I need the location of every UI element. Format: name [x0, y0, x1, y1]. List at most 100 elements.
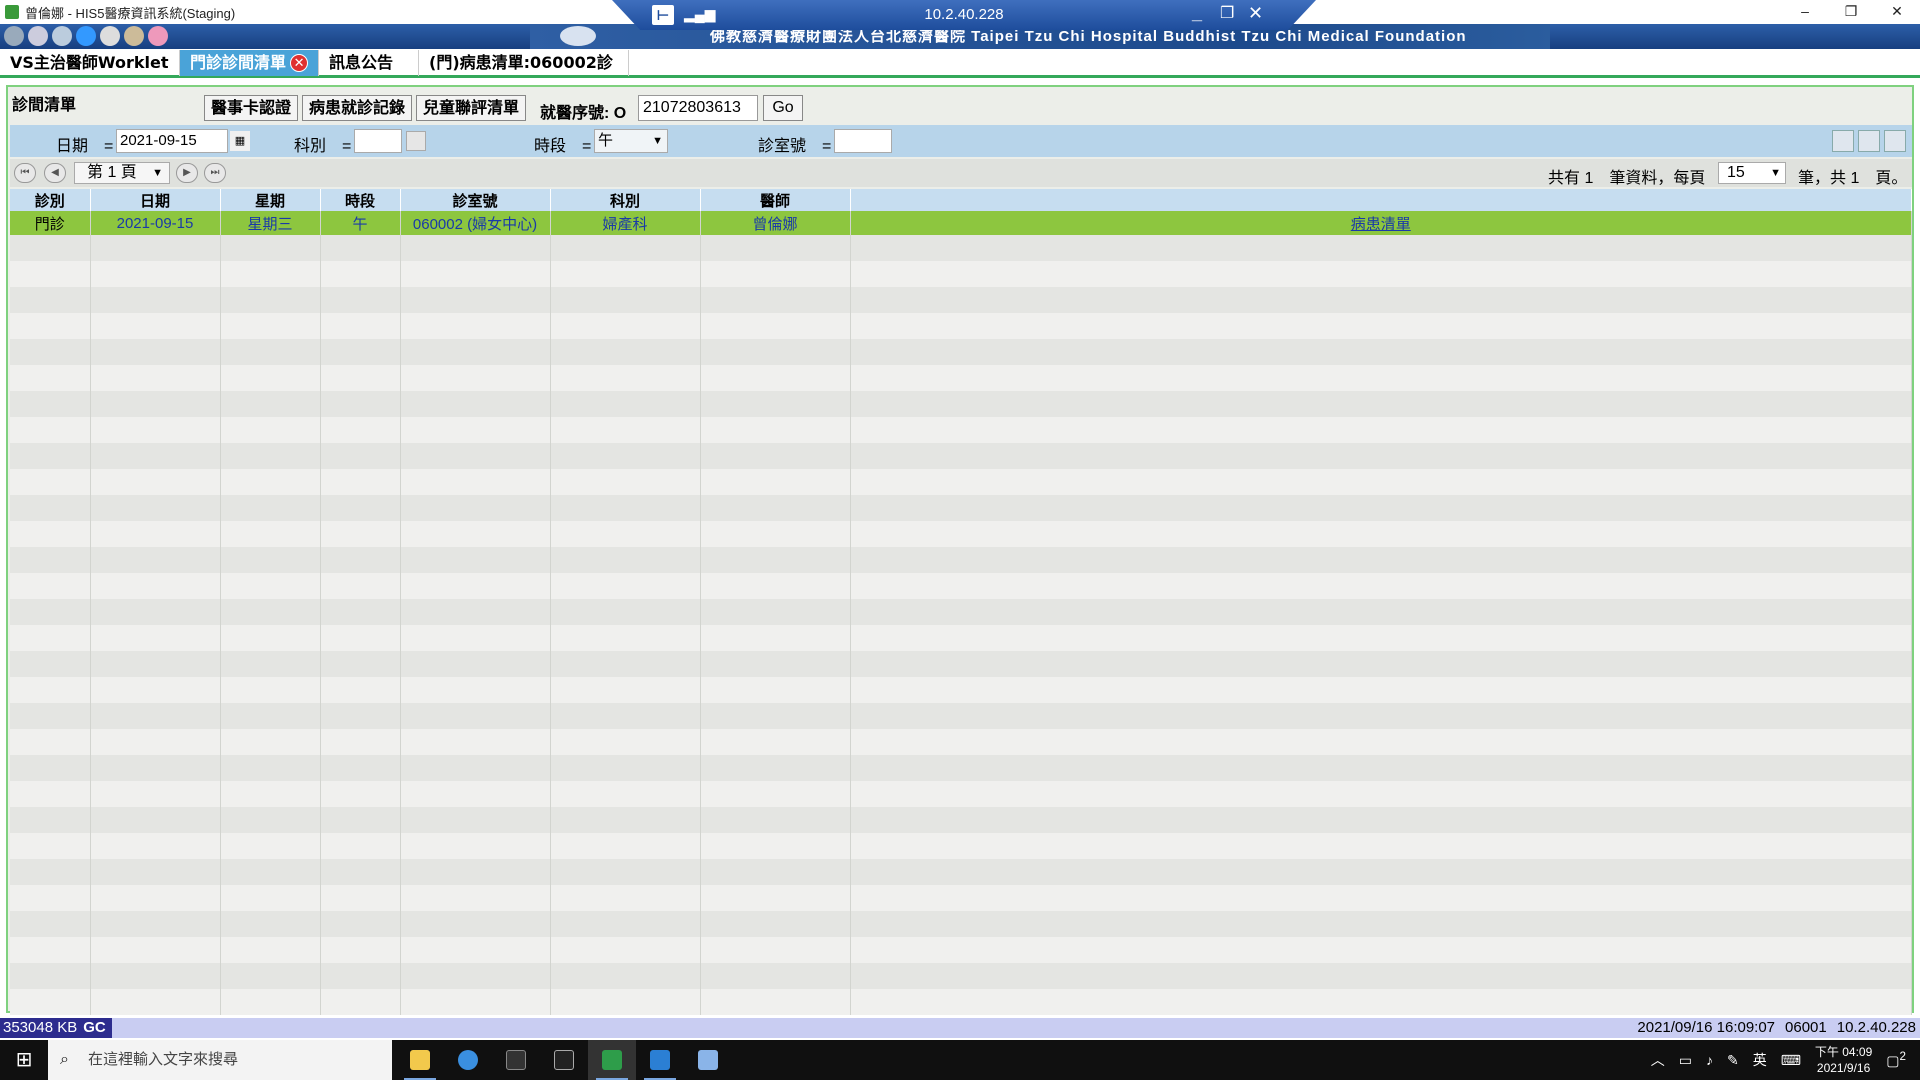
- empty-cell: [90, 963, 221, 989]
- visit-record-button[interactable]: 病患就診記錄: [302, 95, 413, 121]
- prev-page-button[interactable]: ◀: [44, 163, 66, 183]
- minimize-button[interactable]: –: [1782, 0, 1828, 24]
- empty-cell: [10, 625, 91, 651]
- terminal-icon[interactable]: [492, 1040, 540, 1080]
- empty-cell: [850, 339, 1912, 365]
- remote-desktop-icon[interactable]: [636, 1040, 684, 1080]
- empty-table-row: [10, 495, 1912, 521]
- rdp-minimize-button[interactable]: _: [1192, 3, 1202, 24]
- notification-icon[interactable]: ▢2: [1886, 1050, 1906, 1070]
- column-header[interactable]: 星期: [220, 189, 321, 211]
- room-input[interactable]: [834, 129, 892, 153]
- empty-cell: [400, 781, 551, 807]
- next-page-button[interactable]: ▶: [176, 163, 198, 183]
- eraser-icon[interactable]: [1858, 130, 1880, 152]
- empty-cell: [700, 989, 851, 1015]
- card-auth-button[interactable]: 醫事卡認證: [204, 95, 299, 121]
- period-select[interactable]: 午 ▼: [594, 129, 668, 153]
- tab-patient-list[interactable]: (門)病患清單:060002診: [419, 50, 630, 76]
- column-header[interactable]: 日期: [90, 189, 221, 211]
- child-eval-button[interactable]: 兒童聯評清單: [416, 95, 527, 121]
- tools-icon[interactable]: [52, 26, 72, 46]
- export-icon[interactable]: [1884, 130, 1906, 152]
- empty-cell: [400, 287, 551, 313]
- empty-cell: [700, 729, 851, 755]
- help-icon[interactable]: [100, 26, 120, 46]
- wrench-icon[interactable]: [124, 26, 144, 46]
- column-header[interactable]: 醫師: [700, 189, 851, 211]
- empty-cell: [550, 495, 701, 521]
- maximize-button[interactable]: ❐: [1828, 0, 1874, 24]
- pen-icon[interactable]: ✎: [1727, 1052, 1739, 1069]
- empty-cell: [400, 703, 551, 729]
- empty-cell: [10, 963, 91, 989]
- patient-list-link[interactable]: 病患清單: [850, 211, 1912, 235]
- binoculars-icon[interactable]: [1832, 130, 1854, 152]
- windows-start-icon[interactable]: ⊞: [0, 1040, 48, 1080]
- empty-cell: [850, 521, 1912, 547]
- menu-icon[interactable]: [4, 26, 24, 46]
- tab-vs-worklet[interactable]: VS主治醫師Worklet: [0, 50, 180, 76]
- empty-cell: [700, 599, 851, 625]
- empty-cell: [400, 625, 551, 651]
- empty-cell: [700, 911, 851, 937]
- date-input[interactable]: 2021-09-15: [116, 129, 228, 153]
- empty-cell: [850, 625, 1912, 651]
- tab-announcements[interactable]: 訊息公告: [319, 50, 420, 76]
- empty-cell: [320, 625, 401, 651]
- dept-lookup-button[interactable]: [406, 131, 426, 151]
- his-app-icon[interactable]: [588, 1040, 636, 1080]
- empty-cell: [220, 469, 321, 495]
- empty-cell: [220, 547, 321, 573]
- empty-cell: [320, 651, 401, 677]
- ime-indicator[interactable]: 英: [1753, 1050, 1767, 1070]
- go-button[interactable]: Go: [763, 95, 803, 121]
- info-icon[interactable]: [76, 26, 96, 46]
- ie-browser-icon[interactable]: [444, 1040, 492, 1080]
- file-explorer-icon[interactable]: [396, 1040, 444, 1080]
- column-header[interactable]: 時段: [320, 189, 401, 211]
- visit-no-input[interactable]: 21072803613: [638, 95, 758, 121]
- empty-cell: [550, 937, 701, 963]
- column-header[interactable]: 診別: [10, 189, 91, 211]
- network-icon[interactable]: ▭: [1679, 1052, 1692, 1069]
- last-page-button[interactable]: ⏭: [204, 163, 226, 183]
- notification-count: 2: [1899, 1050, 1906, 1064]
- empty-cell: [90, 521, 221, 547]
- calendar-icon[interactable]: ▦: [230, 131, 250, 151]
- tab-clinic-list[interactable]: 門診診間清單 ✕: [180, 50, 320, 76]
- clock-time: 下午 04:09: [1814, 1045, 1873, 1059]
- per-page-select[interactable]: 15 ▼: [1718, 162, 1786, 184]
- keyboard-icon[interactable]: ⌨: [1781, 1052, 1801, 1069]
- first-page-button[interactable]: ⏮: [14, 163, 36, 183]
- rdp-restore-button[interactable]: ❐: [1220, 3, 1234, 23]
- column-header[interactable]: 科別: [550, 189, 701, 211]
- gc-button[interactable]: GC: [83, 1019, 106, 1036]
- empty-cell: [850, 313, 1912, 339]
- exit-icon[interactable]: [148, 26, 168, 46]
- settings-icon[interactable]: [28, 26, 48, 46]
- rdp-close-button[interactable]: ✕: [1248, 3, 1263, 24]
- column-header[interactable]: 診室號: [400, 189, 551, 211]
- notepad-icon[interactable]: [684, 1040, 732, 1080]
- page-select[interactable]: 第 1 頁 ▼: [74, 162, 170, 184]
- empty-cell: [10, 391, 91, 417]
- console-icon[interactable]: [540, 1040, 588, 1080]
- empty-cell: [320, 287, 401, 313]
- taskbar-search-input[interactable]: ⌕ 在這裡輸入文字來搜尋: [48, 1040, 392, 1080]
- empty-cell: [90, 833, 221, 859]
- close-button[interactable]: ✕: [1874, 0, 1920, 24]
- empty-cell: [320, 469, 401, 495]
- empty-cell: [400, 963, 551, 989]
- dept-input[interactable]: [354, 129, 402, 153]
- taskbar-clock[interactable]: 下午 04:09 2021/9/16: [1815, 1044, 1872, 1076]
- empty-cell: [400, 989, 551, 1015]
- empty-table-row: [10, 729, 1912, 755]
- volume-icon[interactable]: ♪: [1706, 1052, 1713, 1068]
- empty-table-row: [10, 365, 1912, 391]
- chevron-up-icon[interactable]: ︿: [1651, 1050, 1665, 1070]
- empty-cell: [220, 703, 321, 729]
- table-row[interactable]: 門診 2021-09-15 星期三 午 060002 (婦女中心) 婦產科 曾倫…: [10, 211, 1912, 235]
- close-tab-icon[interactable]: ✕: [290, 54, 309, 72]
- empty-cell: [550, 729, 701, 755]
